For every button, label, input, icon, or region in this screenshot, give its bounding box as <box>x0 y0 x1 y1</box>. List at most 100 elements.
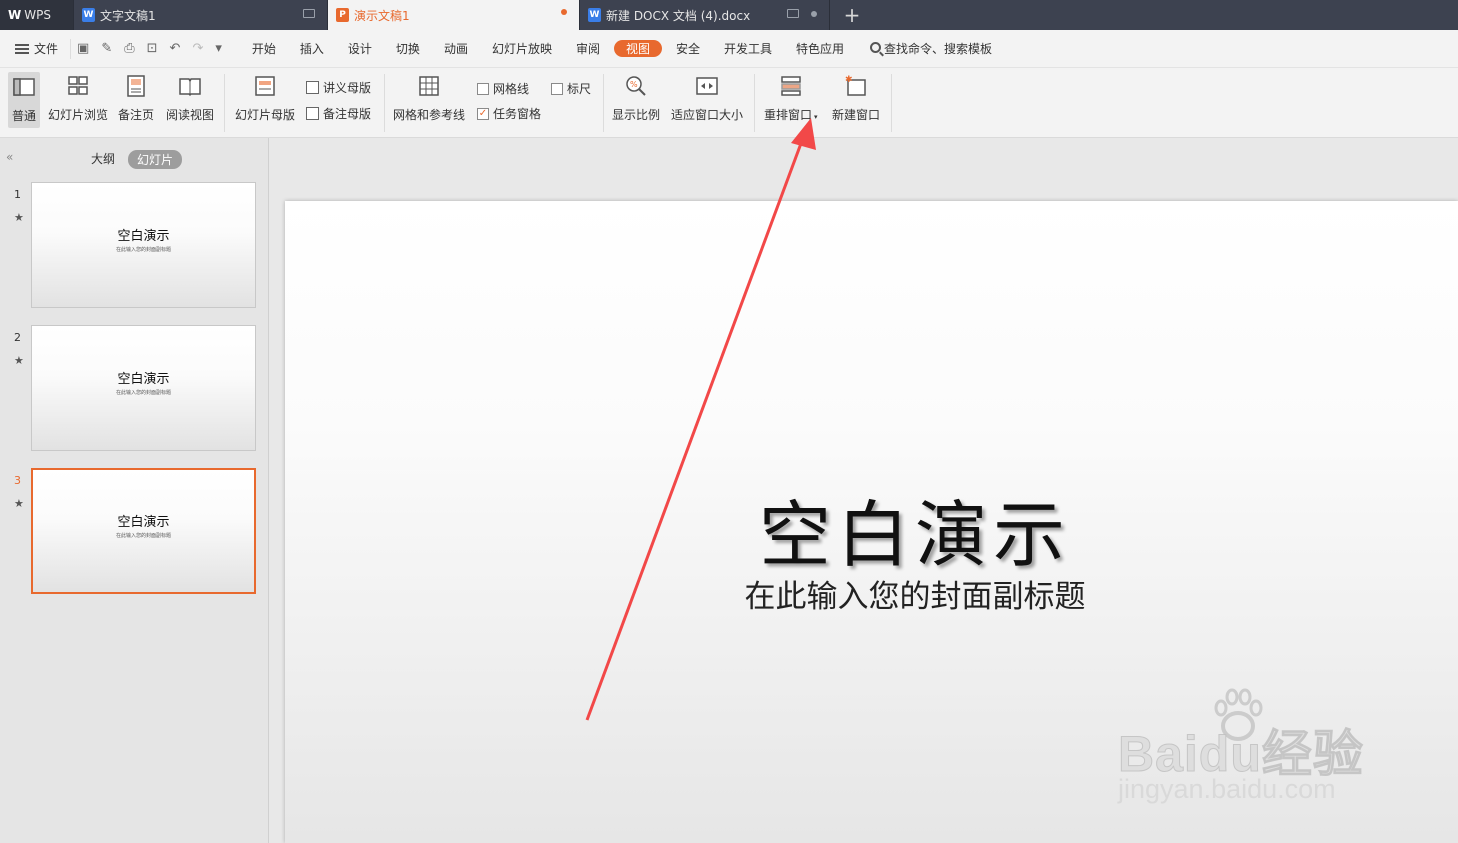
ruler-checkbox[interactable]: 标尺 <box>551 80 591 97</box>
animation-star-icon: ★ <box>14 497 24 510</box>
reading-view-button[interactable]: 阅读视图 <box>166 74 214 123</box>
slide-master-icon <box>255 76 275 96</box>
monitor-icon[interactable] <box>303 9 315 18</box>
slide-thumbnail[interactable]: 空白演示 在此输入您的封面副标题 <box>31 182 256 308</box>
tab-outline[interactable]: 大纲 <box>91 150 115 167</box>
monitor-icon[interactable] <box>787 9 799 18</box>
ribbon-separator <box>384 74 385 132</box>
thumbnail-subtitle: 在此输入您的封面副标题 <box>115 247 171 253</box>
grid-guides-button[interactable]: 网格和参考线 <box>393 74 465 123</box>
slide-thumbnail-row[interactable]: 1 ★ 空白演示 在此输入您的封面副标题 <box>0 182 269 308</box>
search-icon <box>870 41 882 53</box>
tab-label: 文字文稿1 <box>100 8 156 23</box>
slide-subtitle[interactable]: 在此输入您的封面副标题 <box>285 571 1458 616</box>
slide-thumbnail[interactable]: 空白演示 在此输入您的封面副标题 <box>31 325 256 451</box>
notes-page-icon <box>127 75 145 97</box>
slide-number: 1 <box>14 188 21 201</box>
menu-animation[interactable]: 动画 <box>432 40 480 57</box>
slide-thumbnail-row[interactable]: 3 ★ 空白演示 在此输入您的封面副标题 <box>0 468 269 594</box>
slide-master-button[interactable]: 幻灯片母版 <box>235 74 295 123</box>
thumbnail-title: 空白演示 <box>117 515 170 530</box>
slide-browse-button[interactable]: 幻灯片浏览 <box>48 74 108 123</box>
tab-presentation-doc[interactable]: P 演示文稿1 <box>328 0 580 30</box>
dropdown-caret-icon: ▾ <box>814 113 818 121</box>
fit-window-button[interactable]: 适应窗口大小 <box>671 74 743 123</box>
redo-icon[interactable]: ↷ <box>192 41 203 56</box>
arrange-windows-label-wrap: 重排窗口 ▾ <box>764 106 818 123</box>
menu-start[interactable]: 开始 <box>240 40 288 57</box>
menu-security[interactable]: 安全 <box>664 40 712 57</box>
arrange-windows-button[interactable]: 重排窗口 ▾ <box>764 74 818 123</box>
unsaved-dot-icon[interactable] <box>561 9 567 15</box>
notes-master-button[interactable]: 备注母版 <box>306 105 371 122</box>
zoom-button[interactable]: % 显示比例 <box>612 74 660 123</box>
menu-special[interactable]: 特色应用 <box>784 40 856 57</box>
slide-canvas[interactable]: 空白演示 在此输入您的封面副标题 <box>285 201 1458 843</box>
reading-view-label: 阅读视图 <box>166 108 215 122</box>
undo-icon[interactable]: ↶ <box>170 41 181 56</box>
tab-wps[interactable]: W WPS <box>0 0 74 30</box>
slide-editor: 空白演示 在此输入您的封面副标题 <box>270 138 1458 843</box>
customize-dropdown-icon[interactable]: ▾ <box>215 41 222 56</box>
hamburger-icon <box>15 43 29 54</box>
slide-thumbnail-row[interactable]: 2 ★ 空白演示 在此输入您的封面副标题 <box>0 325 269 451</box>
thumbnail-title: 空白演示 <box>117 372 170 387</box>
menu-insert[interactable]: 插入 <box>288 40 336 57</box>
gridlines-label: 网格线 <box>493 82 530 96</box>
menu-view[interactable]: 视图 <box>613 40 662 57</box>
tab-slides[interactable]: 幻灯片 <box>128 150 183 169</box>
menu-bar: 文件 ▣ ✎ ⎙ ⊡ ↶ ↷ ▾ 开始 插入 设计 切换 动画 幻灯片放映 审阅… <box>0 30 1458 68</box>
checkbox-checked-icon: ✓ <box>477 107 489 120</box>
main-menu-list: 开始 插入 设计 切换 动画 幻灯片放映 审阅 视图 安全 开发工具 特色应用 … <box>240 40 1004 57</box>
slide-master-label: 幻灯片母版 <box>235 108 296 122</box>
notes-master-label: 备注母版 <box>323 107 372 121</box>
checkbox-unchecked-icon <box>551 82 563 95</box>
notes-page-button[interactable]: 备注页 <box>118 74 154 123</box>
fit-window-label: 适应窗口大小 <box>671 108 744 122</box>
file-menu-button[interactable]: 文件 <box>0 40 66 57</box>
gridlines-checkbox[interactable]: 网格线 <box>477 80 529 97</box>
reading-view-icon <box>179 78 201 97</box>
menu-developer[interactable]: 开发工具 <box>712 40 784 57</box>
tab-writer-doc-1[interactable]: W 文字文稿1 <box>74 0 328 30</box>
new-tab-plus-icon[interactable]: + <box>830 0 874 30</box>
presentation-doc-icon: P <box>336 8 349 22</box>
quick-access-toolbar: ▣ ✎ ⎙ ⊡ ↶ ↷ ▾ <box>70 38 232 59</box>
thumbnail-subtitle: 在此输入您的封面副标题 <box>115 390 171 396</box>
menu-design[interactable]: 设计 <box>336 40 384 57</box>
svg-text:✱: ✱ <box>845 75 853 85</box>
slides-panel: « 大纲 幻灯片 1 ★ 空白演示 在此输入您的封面副标题 2 ★ 空白演示 在… <box>0 138 269 843</box>
collapse-panel-icon[interactable]: « <box>6 150 13 164</box>
slide-number: 3 <box>14 474 21 487</box>
tab-docx-file[interactable]: W 新建 DOCX 文档 (4).docx <box>580 0 830 30</box>
writer-doc-icon: W <box>82 8 95 22</box>
animation-star-icon: ★ <box>14 211 24 224</box>
ribbon-separator <box>891 74 892 132</box>
print-preview-icon[interactable]: ⊡ <box>147 41 158 56</box>
grid-icon <box>419 76 439 96</box>
save-icon[interactable]: ▣ <box>77 41 89 56</box>
print-icon[interactable]: ⎙ <box>124 41 134 56</box>
slide-title[interactable]: 空白演示 <box>285 476 1458 581</box>
notes-page-label: 备注页 <box>118 108 155 122</box>
handout-master-button[interactable]: 讲义母版 <box>306 79 371 96</box>
file-menu-label: 文件 <box>34 42 59 56</box>
menu-slideshow[interactable]: 幻灯片放映 <box>480 40 564 57</box>
normal-view-button[interactable]: 普通 <box>8 72 41 128</box>
arrange-windows-label: 重排窗口 <box>764 108 813 122</box>
task-pane-checkbox[interactable]: ✓ 任务窗格 <box>477 105 541 122</box>
command-search[interactable]: 查找命令、搜索模板 <box>858 40 1004 57</box>
ruler-label: 标尺 <box>567 82 592 96</box>
new-window-button[interactable]: ✱ 新建窗口 <box>832 74 880 123</box>
format-painter-icon[interactable]: ✎ <box>101 41 112 56</box>
view-ribbon: 普通 幻灯片浏览 备注页 阅读视图 幻灯片母版 讲义母版 备注母版 网格和参考线… <box>0 68 1458 138</box>
task-pane-label: 任务窗格 <box>493 107 542 121</box>
new-window-label: 新建窗口 <box>832 108 881 122</box>
slide-thumbnail-selected[interactable]: 空白演示 在此输入您的封面副标题 <box>31 468 256 594</box>
menu-transition[interactable]: 切换 <box>384 40 432 57</box>
arrange-windows-icon <box>781 76 801 96</box>
normal-view-label: 普通 <box>12 109 37 123</box>
menu-review[interactable]: 审阅 <box>564 40 612 57</box>
slide-browse-label: 幻灯片浏览 <box>48 108 109 122</box>
close-dot-icon[interactable] <box>811 10 817 17</box>
